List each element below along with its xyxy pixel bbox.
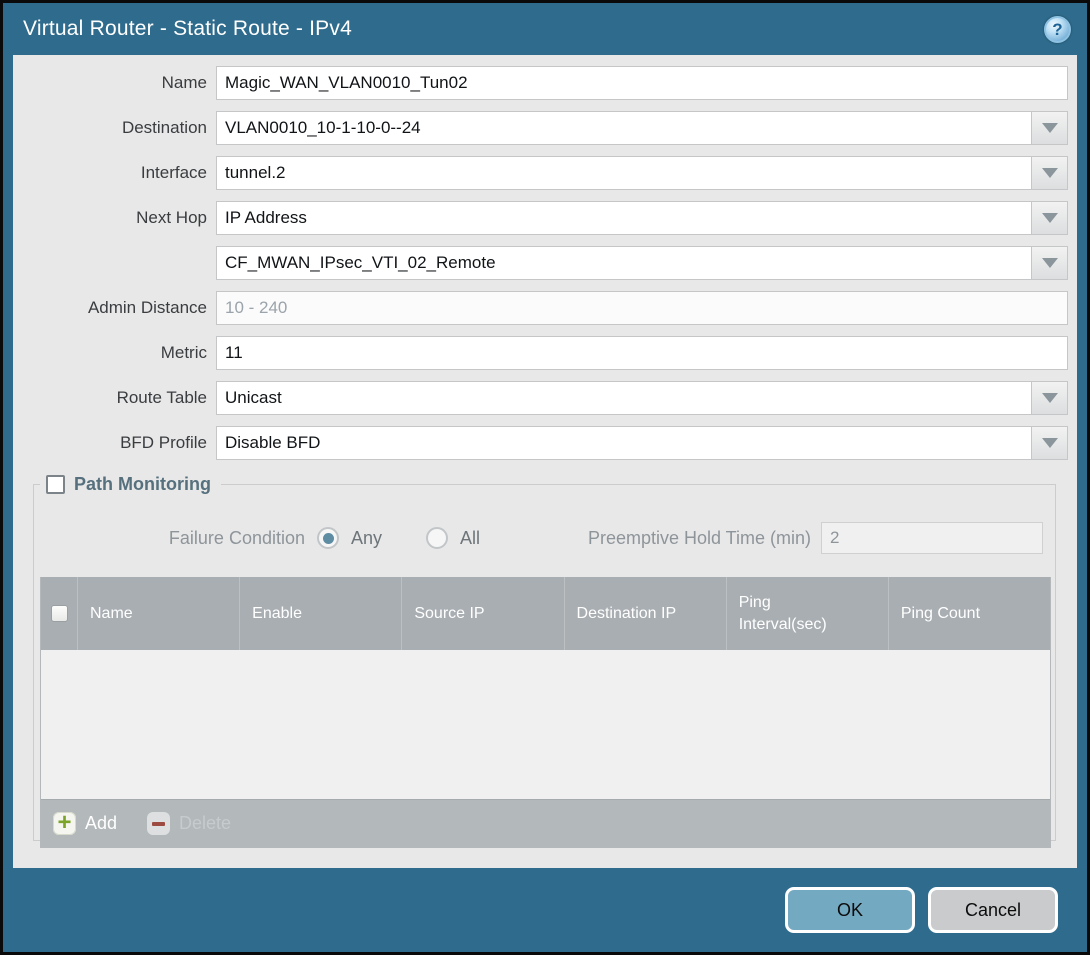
route-table-label: Route Table [13,388,216,408]
bfd-profile-label: BFD Profile [13,433,216,453]
admin-distance-label: Admin Distance [13,298,216,318]
titlebar: Virtual Router - Static Route - IPv4 ? [3,3,1087,55]
nexthop-label: Next Hop [13,208,216,228]
path-monitoring-checkbox[interactable] [46,475,65,494]
failure-condition-option-all: All [426,527,480,549]
name-field[interactable] [216,66,1068,100]
interface-label: Interface [13,163,216,183]
nexthop-type-select[interactable]: IP Address [216,201,1068,235]
chevron-down-icon [1042,393,1058,403]
dialog-content: Name Destination VLAN0010_10-1-10-0--24 … [13,55,1077,868]
chevron-down-icon [1042,168,1058,178]
plus-icon: + [53,812,76,835]
metric-field[interactable] [216,336,1068,370]
select-all-checkbox[interactable] [51,605,68,622]
radio-selected-dot [323,533,334,544]
dialog-footer: OK Cancel [3,868,1087,952]
table-header-source-ip: Source IP [401,577,563,650]
form-row-bfd-profile: BFD Profile Disable BFD [13,426,1068,460]
destination-label: Destination [13,118,216,138]
form-row-metric: Metric [13,336,1068,370]
table-header-destination-ip: Destination IP [564,577,726,650]
table-header-enable: Enable [239,577,401,650]
preemptive-hold-time-label: Preemptive Hold Time (min) [588,528,821,549]
path-monitoring-table: Name Enable Source IP Destination IP Pin… [40,577,1051,848]
table-header-row: Name Enable Source IP Destination IP Pin… [41,577,1050,650]
nexthop-value-dropdown-button[interactable] [1031,247,1067,279]
radio-all[interactable] [426,527,448,549]
preemptive-hold-time-input[interactable] [821,522,1043,554]
chevron-down-icon [1042,438,1058,448]
failure-condition-row: Failure Condition Any All Preemptive Hol… [34,521,1043,555]
delete-button-label: Delete [179,813,231,834]
name-input[interactable] [217,67,1067,99]
form-row-interface: Interface tunnel.2 [13,156,1068,190]
table-header-checkbox-cell [41,577,77,650]
table-toolbar: + Add Delete [41,799,1050,847]
metric-input[interactable] [217,337,1067,369]
admin-distance-input[interactable] [217,292,1067,324]
route-table-value: Unicast [217,382,1031,414]
add-button[interactable]: + Add [53,812,117,835]
failure-condition-label: Failure Condition [34,528,317,549]
path-monitoring-legend: Path Monitoring [40,474,221,495]
failure-condition-option-any: Any [317,527,382,549]
form-row-name: Name [13,66,1068,100]
interface-select[interactable]: tunnel.2 [216,156,1068,190]
preemptive-hold-time: Preemptive Hold Time (min) [588,522,1043,554]
nexthop-value-select[interactable]: CF_MWAN_IPsec_VTI_02_Remote [216,246,1068,280]
nexthop-type-value: IP Address [217,202,1031,234]
form-row-route-table: Route Table Unicast [13,381,1068,415]
table-body-empty[interactable] [41,650,1050,799]
nexthop-value-text: CF_MWAN_IPsec_VTI_02_Remote [217,247,1031,279]
help-icon[interactable]: ? [1044,16,1071,43]
bfd-profile-select[interactable]: Disable BFD [216,426,1068,460]
chevron-down-icon [1042,258,1058,268]
bfd-profile-value: Disable BFD [217,427,1031,459]
nexthop-type-dropdown-button[interactable] [1031,202,1067,234]
path-monitoring-section: Path Monitoring Failure Condition Any Al… [33,474,1056,841]
name-label: Name [13,73,216,93]
ok-button[interactable]: OK [785,887,915,933]
static-route-dialog: Virtual Router - Static Route - IPv4 ? N… [0,0,1090,955]
radio-any[interactable] [317,527,339,549]
form-row-destination: Destination VLAN0010_10-1-10-0--24 [13,111,1068,145]
chevron-down-icon [1042,123,1058,133]
dialog-title: Virtual Router - Static Route - IPv4 [23,17,352,41]
delete-button[interactable]: Delete [147,812,231,835]
destination-value: VLAN0010_10-1-10-0--24 [217,112,1031,144]
add-button-label: Add [85,813,117,834]
chevron-down-icon [1042,213,1058,223]
table-header-ping-count: Ping Count [888,577,1050,650]
destination-select[interactable]: VLAN0010_10-1-10-0--24 [216,111,1068,145]
metric-label: Metric [13,343,216,363]
radio-all-label: All [460,528,480,549]
admin-distance-field[interactable] [216,291,1068,325]
route-table-dropdown-button[interactable] [1031,382,1067,414]
form-row-admin-distance: Admin Distance [13,291,1068,325]
minus-icon [147,812,170,835]
route-table-select[interactable]: Unicast [216,381,1068,415]
bfd-profile-dropdown-button[interactable] [1031,427,1067,459]
path-monitoring-title: Path Monitoring [74,474,211,495]
table-header-name: Name [77,577,239,650]
destination-dropdown-button[interactable] [1031,112,1067,144]
radio-any-label: Any [351,528,382,549]
form-row-nexthop-value: CF_MWAN_IPsec_VTI_02_Remote [13,246,1068,280]
failure-condition-options: Any All [317,527,480,549]
interface-value: tunnel.2 [217,157,1031,189]
cancel-button[interactable]: Cancel [928,887,1058,933]
table-header-ping-interval: Ping Interval(sec) [726,577,888,650]
interface-dropdown-button[interactable] [1031,157,1067,189]
form-row-nexthop-type: Next Hop IP Address [13,201,1068,235]
